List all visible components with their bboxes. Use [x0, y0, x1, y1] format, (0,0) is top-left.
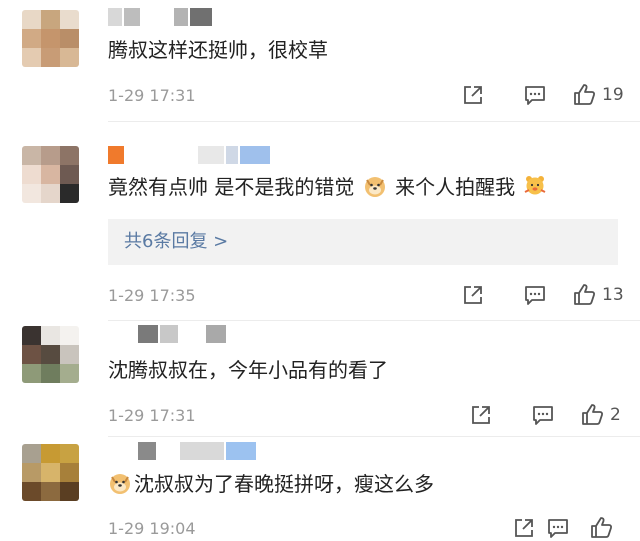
like-button[interactable] [589, 516, 619, 540]
comment-timestamp: 1-29 17:31 [108, 406, 196, 425]
comment-text-part2: 来个人拍醒我 [395, 175, 516, 199]
like-count: 2 [610, 405, 621, 425]
comment-timestamp: 1-29 19:04 [108, 519, 196, 538]
share-icon [472, 406, 490, 424]
avatar[interactable] [22, 326, 79, 383]
thumbs-up-icon [591, 517, 613, 538]
divider [108, 436, 640, 437]
doge-emoji-icon [110, 474, 130, 494]
avatar[interactable] [22, 444, 79, 501]
view-replies-link[interactable]: 共6条回复 > [108, 219, 618, 265]
like-count: 19 [602, 85, 624, 105]
comment-actions: 19 [460, 82, 624, 108]
avatar[interactable] [22, 146, 79, 203]
share-button[interactable] [511, 515, 537, 541]
bear-emoji-icon [524, 176, 546, 195]
like-button[interactable]: 19 [572, 83, 624, 107]
share-icon [515, 519, 533, 537]
username-blurred[interactable] [108, 442, 256, 460]
share-button[interactable] [468, 402, 494, 428]
thumbs-up-icon [574, 284, 596, 305]
comment-text-body: 沈叔叔为了春晚挺拼呀，瘦这么多 [134, 472, 434, 496]
like-count: 13 [602, 285, 624, 305]
comment-actions: 13 [460, 282, 624, 308]
share-button[interactable] [460, 82, 486, 108]
thumbs-up-icon [574, 84, 596, 105]
comment-button[interactable] [545, 515, 571, 541]
comment-text: 沈叔叔为了春晚挺拼呀，瘦这么多 [108, 470, 434, 498]
comment-text: 腾叔这样还挺帅，很校草 [108, 38, 328, 62]
comment-text: 竟然有点帅 是不是我的错觉 来个人拍醒我 [108, 173, 549, 201]
divider [108, 121, 640, 122]
username-blurred[interactable] [108, 8, 212, 26]
comment-timestamp: 1-29 17:35 [108, 286, 196, 305]
comment-icon [548, 519, 568, 538]
comment-text-part1: 竟然有点帅 是不是我的错觉 [108, 175, 355, 199]
like-button[interactable]: 2 [580, 403, 621, 427]
comment-timestamp: 1-29 17:31 [108, 86, 196, 105]
share-button[interactable] [460, 282, 486, 308]
doge-emoji-icon [364, 177, 385, 197]
comment-icon [525, 86, 545, 105]
username-blurred[interactable] [108, 325, 226, 343]
comment-button[interactable] [530, 402, 556, 428]
comment-actions: 2 [468, 402, 621, 428]
like-button[interactable]: 13 [572, 283, 624, 307]
divider [108, 320, 640, 321]
share-icon [464, 86, 482, 104]
comment-icon [533, 406, 553, 425]
share-icon [464, 286, 482, 304]
comment-button[interactable] [522, 82, 548, 108]
username-blurred[interactable] [108, 146, 270, 164]
thumbs-up-icon [582, 404, 604, 425]
comment-text: 沈腾叔叔在，今年小品有的看了 [108, 358, 388, 382]
comment-button[interactable] [522, 282, 548, 308]
avatar[interactable] [22, 10, 79, 67]
comment-icon [525, 286, 545, 305]
comment-actions [511, 515, 619, 541]
